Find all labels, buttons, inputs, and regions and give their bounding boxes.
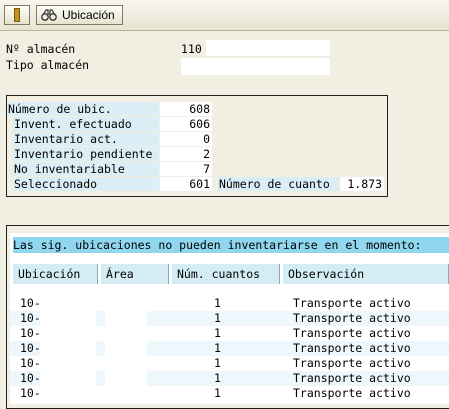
storage-type-field [181, 58, 330, 75]
count-cell: 1 [214, 386, 221, 400]
not-inventoriable-label: No inventariable [13, 162, 159, 176]
table-row[interactable]: 10- 1 Transporte activo [10, 386, 449, 401]
bin-redaction [40, 326, 96, 341]
bin-redaction [40, 311, 96, 326]
selected-label: Seleccionado [13, 177, 159, 191]
bin-redaction [40, 296, 96, 311]
bin-redaction [40, 386, 96, 401]
inventoried-label: Invent. efectuado [13, 117, 159, 131]
bin-redaction [40, 356, 96, 371]
area-cell [105, 386, 147, 401]
table-row[interactable]: 10- 1 Transporte activo [10, 356, 449, 371]
highlighter-icon [14, 8, 20, 22]
area-cell [105, 341, 147, 356]
area-cell [105, 356, 147, 371]
warehouse-value: 110 [181, 42, 202, 56]
bin-redaction [40, 341, 96, 356]
note-cell: Transporte activo [293, 371, 411, 385]
bin-cell: 10- [20, 371, 41, 385]
note-cell: Transporte activo [293, 311, 411, 325]
area-cell [105, 326, 147, 341]
bin-cell: 10- [20, 386, 41, 400]
inventoried-value: 606 [160, 117, 212, 131]
table-row[interactable]: 10- 1 Transporte activo [10, 326, 449, 341]
bin-cell: 10- [20, 356, 41, 370]
not-inventoriable-value: 7 [160, 162, 212, 176]
storage-type-label: Tipo almacén [6, 58, 90, 72]
count-cell: 1 [214, 296, 221, 310]
bin-redaction [40, 371, 96, 386]
count-cell: 1 [214, 326, 221, 340]
bin-cell: 10- [20, 311, 41, 325]
table-row[interactable]: 10- 1 Transporte activo [10, 296, 449, 311]
column-header-area[interactable]: Área [101, 264, 169, 284]
note-cell: Transporte activo [293, 341, 411, 355]
num-bins-label: Número de ubic. [7, 102, 159, 116]
area-cell [105, 311, 147, 326]
active-inventory-value: 0 [160, 132, 212, 146]
active-inventory-label: Inventario act. [13, 132, 159, 146]
info-message: Las sig. ubicaciones no pueden inventari… [13, 237, 449, 253]
table-row[interactable]: 10- 1 Transporte activo [10, 371, 449, 386]
area-cell [105, 371, 147, 386]
table-row[interactable]: 10- 1 Transporte activo [10, 311, 449, 326]
warehouse-description-field [206, 40, 330, 56]
binoculars-icon [41, 9, 57, 21]
count-value: 1.873 [340, 177, 384, 191]
count-cell: 1 [214, 356, 221, 370]
column-header-bin[interactable]: Ubicación [13, 264, 98, 284]
location-button[interactable]: Ubicación [36, 5, 123, 25]
column-header-note[interactable]: Observación [283, 264, 449, 284]
count-label: Número de cuanto [218, 177, 339, 191]
note-cell: Transporte activo [293, 296, 411, 310]
num-bins-value: 608 [160, 102, 212, 116]
pending-inventory-value: 2 [160, 147, 212, 161]
area-cell [105, 296, 147, 311]
bin-cell: 10- [20, 296, 41, 310]
pending-inventory-label: Inventario pendiente [13, 147, 159, 161]
count-cell: 1 [214, 371, 221, 385]
note-cell: Transporte activo [293, 326, 411, 340]
highlight-button[interactable] [4, 5, 30, 25]
application-toolbar: Ubicación [0, 0, 449, 31]
count-cell: 1 [214, 311, 221, 325]
bin-cell: 10- [20, 326, 41, 340]
table-row[interactable]: 10- 1 Transporte activo [10, 341, 449, 356]
selected-value: 601 [160, 177, 212, 191]
note-cell: Transporte activo [293, 356, 411, 370]
note-cell: Transporte activo [293, 386, 411, 400]
count-cell: 1 [214, 341, 221, 355]
column-header-count[interactable]: Núm. cuantos [172, 264, 280, 284]
warehouse-label: Nº almacén [6, 42, 76, 56]
location-button-label: Ubicación [62, 8, 115, 22]
bin-cell: 10- [20, 341, 41, 355]
